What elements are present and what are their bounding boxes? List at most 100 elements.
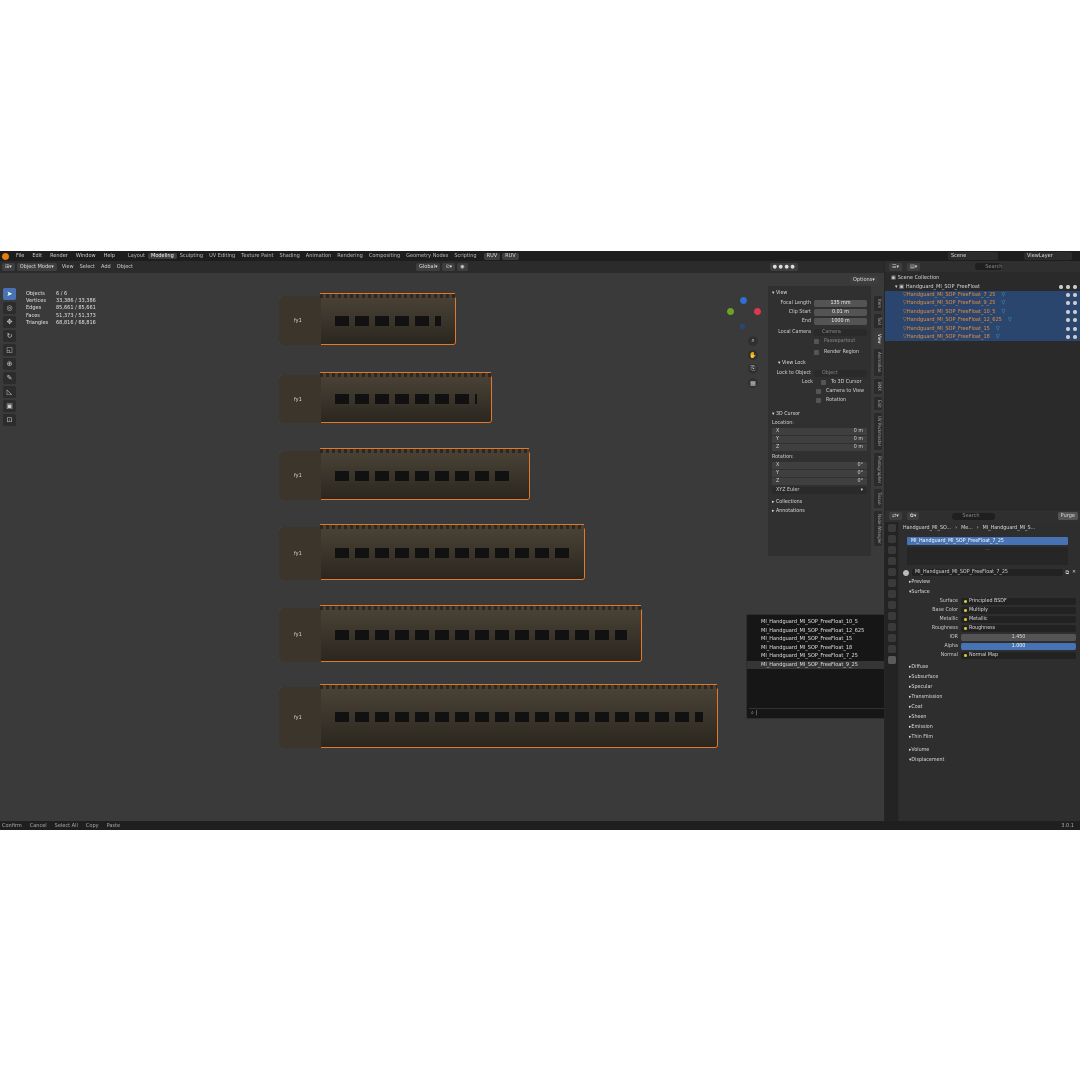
local-camera-field[interactable]: Camera [814,329,867,336]
menu-render[interactable]: Render [46,253,72,259]
property-base-color-field[interactable]: Multiply [961,607,1076,614]
object-mode-dropdown[interactable]: Object Mode ▾ [16,263,57,271]
display-mode-dropdown[interactable]: ▤▾ [907,262,921,271]
scale-tool-icon[interactable]: ◱ [3,344,16,356]
data-browse-dropdown[interactable]: ✿▾ [906,512,920,520]
material-option[interactable]: MI_Handguard_MI_SOP_FreeFloat_10_5 [747,618,884,627]
property-metallic-field[interactable]: Metallic [961,616,1076,623]
z-axis-icon[interactable] [740,297,747,304]
modifier-tab-icon[interactable] [887,601,896,609]
handguard-object[interactable]: fy1 [279,448,530,500]
workspace-tab-rendering[interactable]: Rendering [334,253,366,259]
workspace-tab-modeling[interactable]: Modeling [148,253,177,259]
rotate-tool-icon[interactable]: ↻ [3,330,16,342]
rotation-y-field[interactable]: Y 0° [772,470,867,477]
sidebar-tab-animation[interactable]: Animation [874,349,882,376]
property-normal-field[interactable]: Normal Map [961,652,1076,659]
clip-end-field[interactable]: 1000 m [814,318,867,325]
scene-selector[interactable]: Scene [948,252,998,260]
sidebar-tab-view[interactable]: View [874,330,882,347]
lock-to-object-field[interactable]: Object [814,370,867,377]
measure-tool-icon[interactable]: ◺ [3,386,16,398]
blender-logo-icon[interactable] [2,252,9,260]
material-option[interactable]: MI_Handguard_MI_SOP_FreeFloat_15 [747,635,884,644]
workspace-tab-geometry-nodes[interactable]: Geometry Nodes [403,253,451,259]
orientation-dropdown[interactable]: Global ▾ [416,263,441,271]
sidebar-tab-photographer[interactable]: Photographer [874,452,882,486]
cursor-tool-icon[interactable]: ◎ [3,302,16,314]
sidebar-tab-item[interactable]: Item [874,296,882,312]
x-axis-icon[interactable] [754,308,761,315]
property-alpha-field[interactable]: 1.000 [961,643,1076,650]
visibility-toggles[interactable] [1066,292,1080,297]
subpanel-thin-film[interactable]: ▸ Thin Film [903,732,1076,742]
rotation-z-field[interactable]: Z 0° [772,478,867,485]
navigation-gizmo[interactable] [724,296,764,336]
menu-edit[interactable]: Edit [28,253,46,259]
menu-help[interactable]: Help [100,253,119,259]
focal-length-field[interactable]: 135 mm [814,300,867,307]
object-tab-icon[interactable] [887,590,896,598]
clip-start-field[interactable]: 0.01 m [814,309,867,316]
subpanel-diffuse[interactable]: ▸ Diffuse [903,662,1076,672]
view-layer-selector[interactable]: ViewLayer [1024,252,1072,260]
viewport-menu-add[interactable]: Add [98,264,114,270]
constraints-tab-icon[interactable] [887,634,896,642]
property-roughness-field[interactable]: Roughness [961,625,1076,632]
property-surface-field[interactable]: Principled BSDF [961,598,1076,605]
outliner-object-row[interactable]: ▽ Handguard_MI_SOP_FreeFloat_7_25 ▽ [885,290,1080,300]
material-slot[interactable]: MI_Handguard_MI_SOP_FreeFloat_7_25 [907,537,1068,545]
editor-type-button[interactable]: ⊞▾ [2,263,15,271]
subpanel-coat[interactable]: ▸ Coat [903,702,1076,712]
handguard-object[interactable]: fy1 [279,605,642,662]
annotations-header[interactable]: ▸ Annotations [772,509,867,514]
collection-row[interactable]: ▾ ▣ Handguard_MI_SOP_FreeFloat [885,282,1080,290]
outliner-object-row[interactable]: ▽ Handguard_MI_SOP_FreeFloat_15 ▽ [885,324,1080,333]
visibility-toggles[interactable] [1066,326,1080,331]
outliner-object-row[interactable]: ▽ Handguard_MI_SOP_FreeFloat_9_25 ▽ [885,299,1080,308]
ruv-button-2[interactable]: RUV [502,252,519,260]
lock-to-3d-cursor-checkbox[interactable]: To 3D Cursor [831,380,862,385]
neg-z-axis-icon[interactable] [740,324,745,329]
outliner-editor-type[interactable]: ☰▾ [889,262,902,271]
options-dropdown[interactable]: Options ▾ [850,276,878,284]
viewport-menu-select[interactable]: Select [77,264,98,270]
volume-subpanel[interactable]: ▸ Volume [903,745,1076,755]
workspace-tab-sculpting[interactable]: Sculpting [177,253,206,259]
transform-tool-icon[interactable]: ⊕ [3,358,16,370]
collections-header[interactable]: ▸ Collections [772,500,867,505]
3d-cursor-header[interactable]: ▾ 3D Cursor [772,412,867,417]
outliner-object-row[interactable]: ▽ Handguard_MI_SOP_FreeFloat_10_5 ▽ [885,307,1080,316]
preview-subpanel[interactable]: ▸ Preview [903,577,1076,587]
subpanel-subsurface[interactable]: ▸ Subsurface [903,672,1076,682]
material-name-field[interactable]: MI_Handguard_MI_SOP_FreeFloat_7_25 [912,569,1063,576]
scene-tab-icon[interactable] [887,568,896,576]
view-lock-header[interactable]: ▾ View Lock [772,361,867,366]
workspace-tab-layout[interactable]: Layout [125,253,148,259]
handguard-object[interactable]: fy1 [279,293,456,345]
lock-rotation-checkbox[interactable]: Rotation [826,398,846,403]
viewport-menu-view[interactable]: View [59,264,77,270]
view-layer-tab-icon[interactable] [887,557,896,565]
material-option[interactable]: MI_Handguard_MI_SOP_FreeFloat_12_625 [747,627,884,636]
render-tab-icon[interactable] [887,535,896,543]
viewport-shading-buttons[interactable]: ● ● ● ● [769,263,798,271]
close-icon[interactable]: ✕ [1072,570,1076,575]
sidebar-tab-node-wrangler[interactable]: Node Wrangler [874,510,882,547]
material-option[interactable]: MI_Handguard_MI_SOP_FreeFloat_18 [747,644,884,653]
properties-search-input[interactable]: Search [952,512,995,520]
visibility-toggles[interactable] [1066,309,1080,314]
passepartout-checkbox[interactable]: Passepartout [824,339,855,344]
3d-viewport[interactable]: ⊞▾ Object Mode ▾ View Select Add Object Glob… [0,261,884,821]
location-z-field[interactable]: Z 0 m [772,444,867,451]
workspace-tab-texture-paint[interactable]: Texture Paint [238,253,276,259]
uv-tool-icon[interactable]: ⊡ [3,414,16,426]
material-tab-icon[interactable] [887,656,896,664]
move-tool-icon[interactable]: ✥ [3,316,16,328]
workspace-tab-scripting[interactable]: Scripting [451,253,479,259]
workspace-tab-compositing[interactable]: Compositing [366,253,403,259]
rotation-x-field[interactable]: X 0° [772,462,867,469]
add-cube-tool-icon[interactable]: ▣ [3,400,16,412]
sidebar-tab-uv-packmaster[interactable]: UV Packmaster [874,413,882,450]
dropdown-search-input[interactable]: ⌕ | [749,708,884,716]
